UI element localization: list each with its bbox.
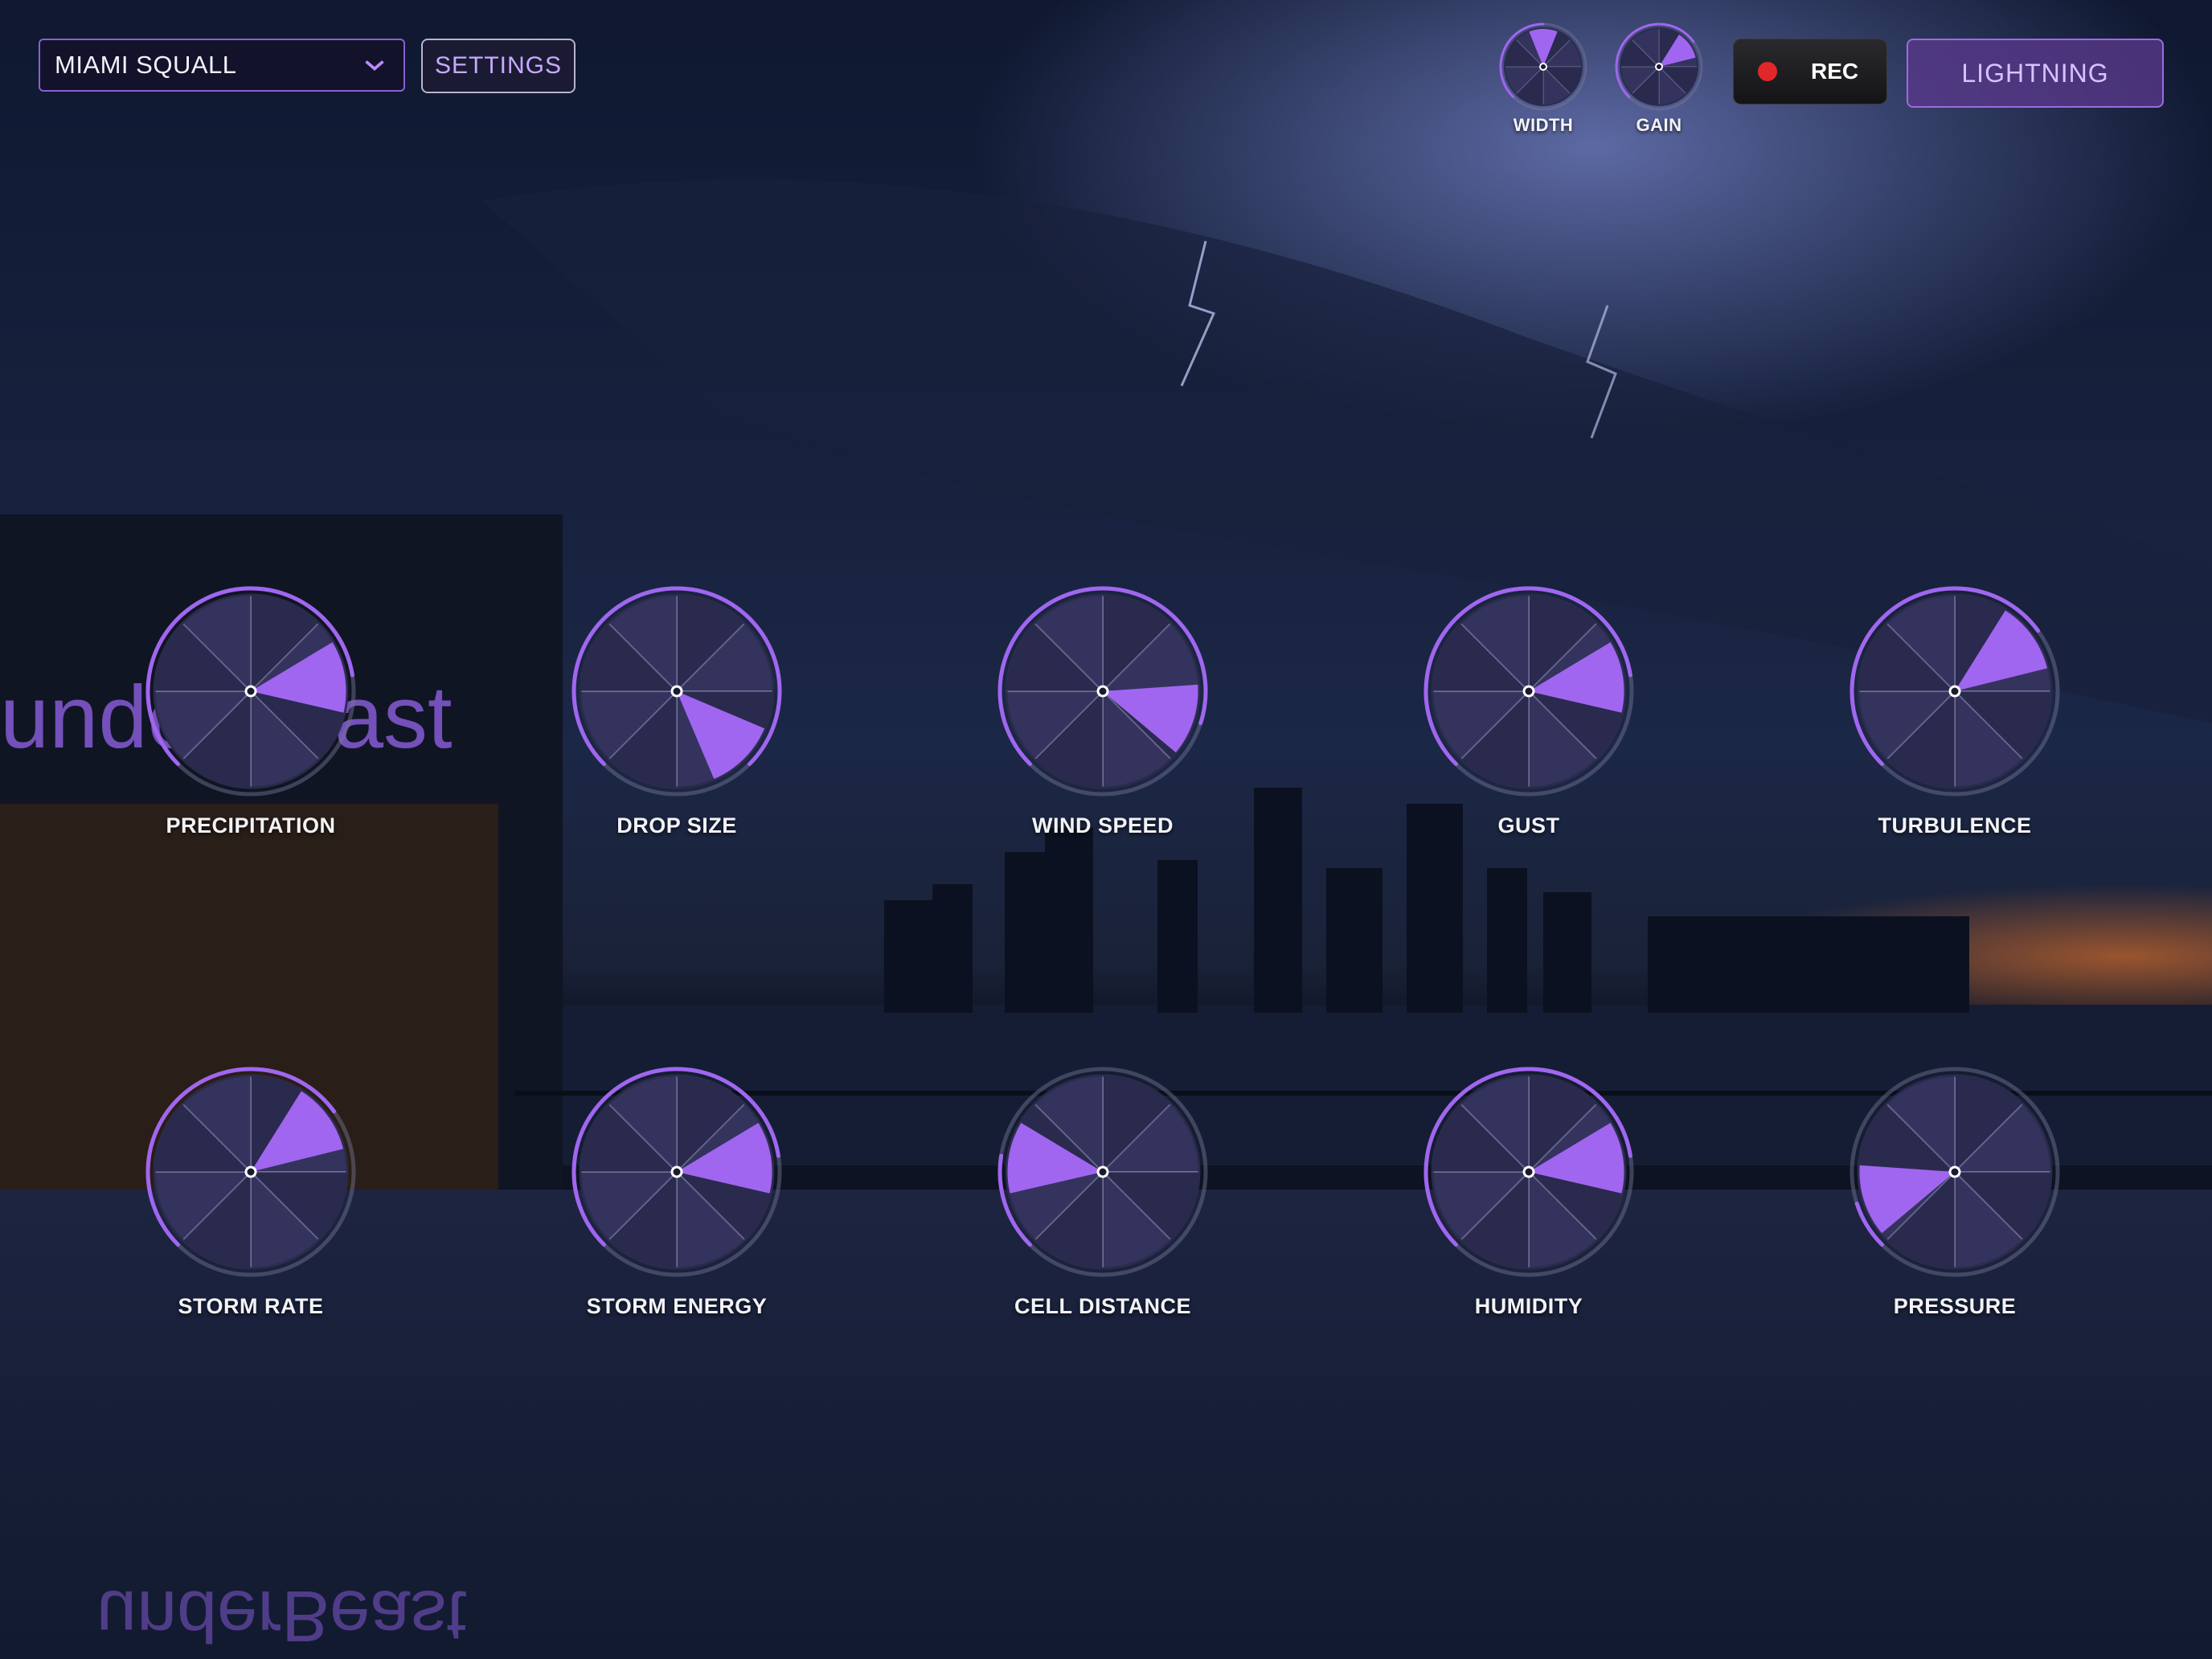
knob-label-wind-speed: WIND SPEED [1031, 813, 1174, 838]
preset-dropdown[interactable]: MIAMI SQUALL [39, 39, 405, 92]
knob-label-gain: GAIN [1636, 115, 1682, 135]
knob-label-storm-energy: STORM ENERGY [586, 1294, 768, 1318]
knob-label-width: WIDTH [1513, 115, 1574, 135]
settings-button-label: SETTINGS [434, 52, 562, 79]
chevron-down-icon [365, 60, 384, 71]
svg-text:underBeast: underBeast [0, 668, 453, 767]
lightning-button[interactable]: LIGHTNING [1907, 39, 2164, 108]
lightning-button-label: LIGHTNING [1961, 58, 2109, 88]
knob-label-storm-rate: STORM RATE [178, 1294, 324, 1318]
knob-label-gust: GUST [1497, 813, 1560, 838]
knob-label-humidity: HUMIDITY [1474, 1294, 1583, 1318]
knob-label-pressure: PRESSURE [1893, 1294, 2017, 1318]
record-button-label: REC [1811, 59, 1859, 84]
knob-label-precipitation: PRECIPITATION [166, 813, 336, 838]
settings-button[interactable]: SETTINGS [421, 39, 576, 93]
preset-value: MIAMI SQUALL [55, 51, 237, 79]
knob-label-turbulence: TURBULENCE [1878, 813, 2032, 838]
knob-label-drop-size: DROP SIZE [616, 813, 737, 838]
record-button[interactable]: REC [1733, 39, 1887, 104]
svg-text:underBeast: underBeast [96, 1575, 466, 1656]
record-dot-icon [1758, 62, 1777, 81]
knob-label-cell-distance: CELL DISTANCE [1014, 1294, 1192, 1318]
